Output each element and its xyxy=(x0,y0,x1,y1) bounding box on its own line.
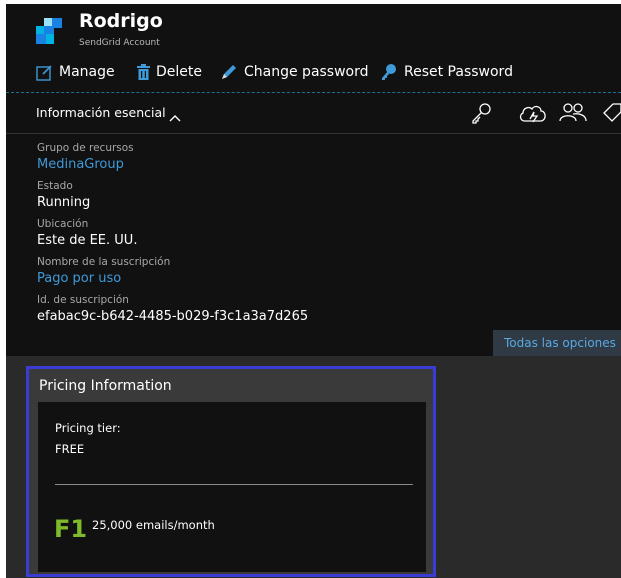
resource-group-link[interactable]: MedinaGroup xyxy=(37,157,124,172)
subscription-id-value: efabac9c-b642-4485-b029-f3c1a3a7d265 xyxy=(37,309,309,324)
key-icon[interactable] xyxy=(470,101,494,129)
pricing-card: Pricing tier: FREE F1 25,000 emails/mont… xyxy=(38,402,426,572)
reset-password-button[interactable]: Reset Password xyxy=(380,62,513,82)
chevron-up-icon[interactable] xyxy=(169,107,181,126)
delete-label: Delete xyxy=(156,64,202,80)
divider xyxy=(55,484,413,485)
status-value: Running xyxy=(37,195,91,210)
tier-code: F1 xyxy=(54,515,88,543)
tag-icon[interactable] xyxy=(602,101,621,129)
page-title: Rodrigo xyxy=(79,10,163,32)
all-options-button[interactable]: Todas las opciones xyxy=(493,330,621,356)
app-frame: Rodrigo SendGrid Account Manage Delete C… xyxy=(6,4,621,578)
subscription-id-label: Id. de suscripción xyxy=(37,294,129,306)
subscription-name-label: Nombre de la suscripción xyxy=(37,256,171,268)
essentials-toggle[interactable]: Información esencial xyxy=(36,105,166,120)
tier-description: 25,000 emails/month xyxy=(92,518,215,532)
change-password-button[interactable]: Change password xyxy=(220,62,369,82)
toolbar: Manage Delete Change password Reset Pass… xyxy=(6,52,621,93)
pricing-tier-value: FREE xyxy=(55,442,85,456)
users-icon[interactable] xyxy=(559,101,587,129)
essentials-bar: Información esencial xyxy=(6,93,621,134)
resource-group-label: Grupo de recursos xyxy=(37,142,134,154)
status-label: Estado xyxy=(37,180,73,192)
cloud-icon[interactable] xyxy=(518,101,548,129)
delete-button[interactable]: Delete xyxy=(137,62,202,82)
pricing-title: Pricing Information xyxy=(39,378,172,394)
pencil-icon xyxy=(220,63,238,81)
manage-button[interactable]: Manage xyxy=(36,62,115,82)
key-icon xyxy=(380,63,398,81)
trash-icon xyxy=(137,64,150,80)
page-subtitle: SendGrid Account xyxy=(79,38,160,48)
header: Rodrigo SendGrid Account xyxy=(6,4,621,52)
location-value: Este de EE. UU. xyxy=(37,233,138,248)
change-password-label: Change password xyxy=(244,64,369,80)
manage-label: Manage xyxy=(59,64,115,80)
location-label: Ubicación xyxy=(37,218,89,230)
pricing-tile[interactable]: Pricing Information Pricing tier: FREE F… xyxy=(26,366,436,577)
subscription-name-link[interactable]: Pago por uso xyxy=(37,271,121,286)
sendgrid-logo-icon xyxy=(36,18,62,44)
essentials-panel: Grupo de recursos MedinaGroup Estado Run… xyxy=(6,134,621,356)
reset-password-label: Reset Password xyxy=(404,64,513,80)
pricing-tier-label: Pricing tier: xyxy=(55,421,121,435)
edit-icon xyxy=(36,64,53,81)
